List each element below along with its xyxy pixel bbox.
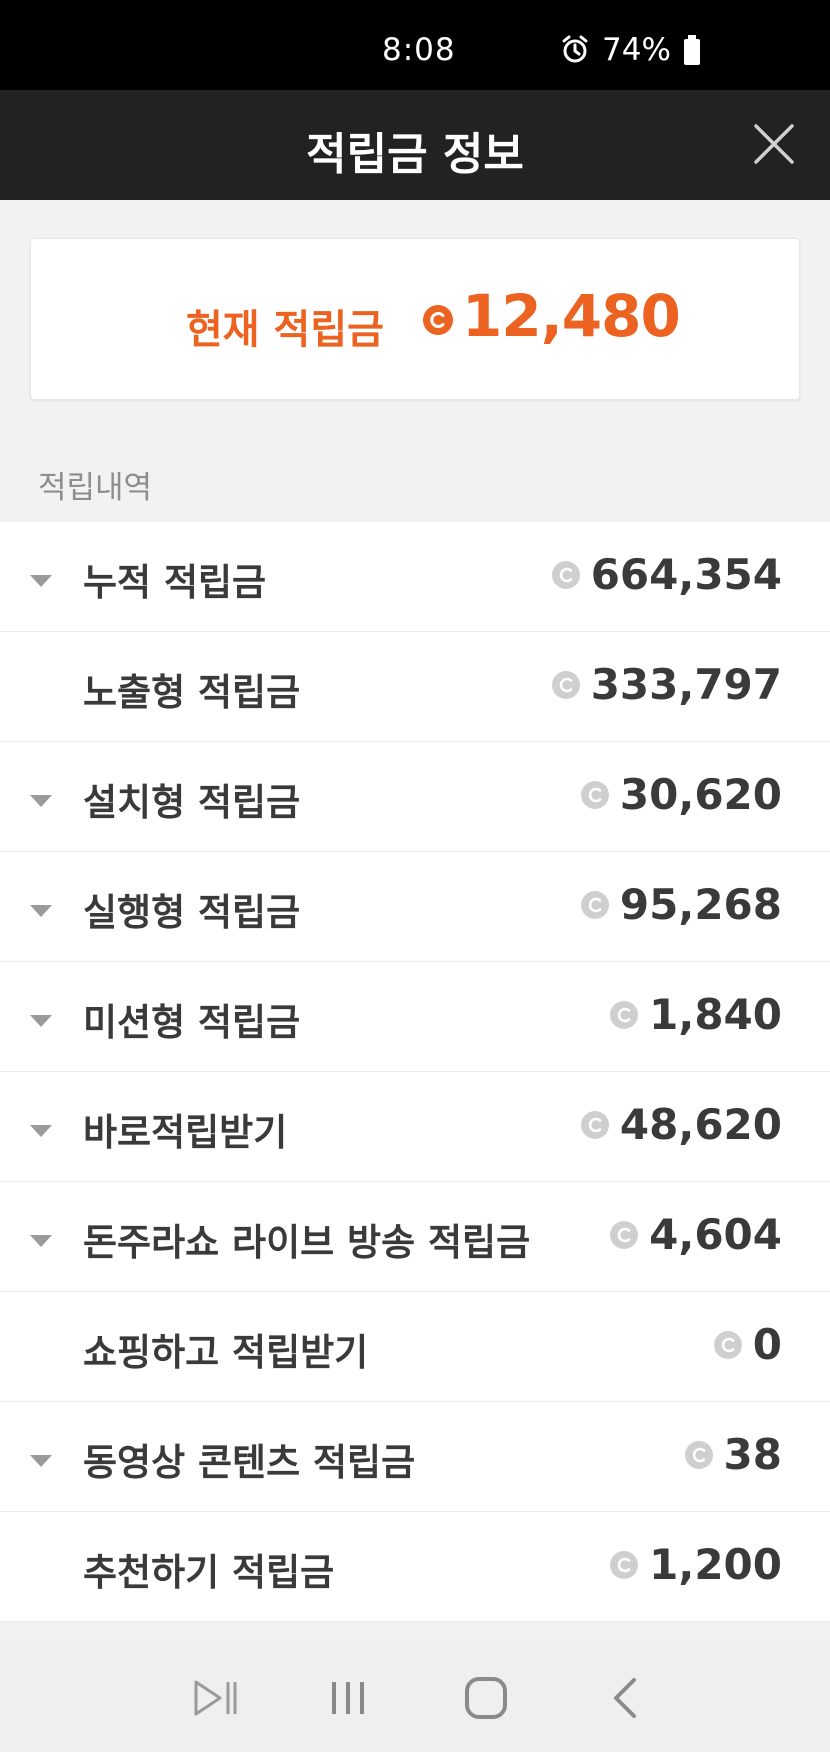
status-right: 74% <box>560 32 701 68</box>
list-item-label: 누적 적립금 <box>83 561 267 604</box>
history-list: 누적 적립금 664,354 노출형 적립금 333,797 설치형 적립금 30,620… <box>0 522 830 1622</box>
list-item-amount: 38 <box>684 1430 782 1479</box>
list-item[interactable]: 바로적립받기 48,620 <box>0 1072 830 1182</box>
battery-icon <box>683 35 701 65</box>
balance-card: 현재 적립금 <box>30 238 800 400</box>
list-item[interactable]: 실행형 적립금 95,268 <box>0 852 830 962</box>
amount-value: 333,797 <box>590 660 782 709</box>
list-item-amount: 1,840 <box>609 990 782 1039</box>
app-header: 적립금 정보 <box>0 90 830 200</box>
balance-label: 현재 적립금 <box>186 307 384 353</box>
amount-value: 1,200 <box>649 1540 782 1589</box>
coin-c-icon <box>609 1550 639 1580</box>
amount-value: 4,604 <box>649 1210 782 1259</box>
balance-value: 12,480 <box>462 282 681 350</box>
coin-c-icon <box>713 1330 743 1360</box>
caret-down-icon[interactable] <box>30 792 52 807</box>
navigation-bar <box>0 1640 830 1752</box>
coin-c-icon <box>580 1110 610 1140</box>
list-item-label: 동영상 콘텐츠 적립금 <box>83 1441 416 1484</box>
list-item-label: 추천하기 적립금 <box>83 1551 335 1594</box>
list-item: 추천하기 적립금 1,200 <box>0 1512 830 1622</box>
caret-down-icon[interactable] <box>30 572 52 587</box>
list-item-amount: 1,200 <box>609 1540 782 1589</box>
screen-recorder-icon[interactable] <box>188 1670 244 1726</box>
amount-value: 48,620 <box>619 1100 782 1149</box>
list-item[interactable]: 설치형 적립금 30,620 <box>0 742 830 852</box>
list-item-amount: 664,354 <box>551 550 782 599</box>
list-item-amount: 0 <box>713 1320 782 1369</box>
coin-c-icon <box>551 670 581 700</box>
section-label: 적립내역 <box>38 470 153 506</box>
list-item-label: 돈주라쇼 라이브 방송 적립금 <box>83 1221 531 1264</box>
home-icon[interactable] <box>458 1670 514 1726</box>
battery-percent: 74% <box>602 32 671 68</box>
amount-value: 95,268 <box>619 880 782 929</box>
coin-c-icon <box>609 1000 639 1030</box>
coin-c-icon <box>684 1440 714 1470</box>
caret-down-icon[interactable] <box>30 1232 52 1247</box>
list-item-amount: 30,620 <box>580 770 782 819</box>
list-item[interactable]: 돈주라쇼 라이브 방송 적립금 4,604 <box>0 1182 830 1292</box>
caret-down-icon[interactable] <box>30 1452 52 1467</box>
coin-c-icon <box>580 890 610 920</box>
amount-value: 1,840 <box>649 990 782 1039</box>
status-time: 8:08 <box>382 32 456 68</box>
recent-apps-icon[interactable] <box>320 1670 376 1726</box>
list-item-label: 미션형 적립금 <box>83 1001 301 1044</box>
caret-down-icon[interactable] <box>30 1012 52 1027</box>
amount-value: 30,620 <box>619 770 782 819</box>
coin-c-icon <box>580 780 610 810</box>
amount-value: 38 <box>723 1430 782 1479</box>
list-item: 노출형 적립금 333,797 <box>0 632 830 742</box>
status-bar: 8:08 74% <box>0 0 830 90</box>
list-item-label: 쇼핑하고 적립받기 <box>83 1331 369 1374</box>
page-title: 적립금 정보 <box>306 129 524 180</box>
list-item-label: 설치형 적립금 <box>83 781 301 824</box>
close-icon[interactable] <box>748 118 800 170</box>
list-item[interactable]: 미션형 적립금 1,840 <box>0 962 830 1072</box>
list-item[interactable]: 누적 적립금 664,354 <box>0 522 830 632</box>
coin-c-icon <box>422 304 454 340</box>
caret-down-icon[interactable] <box>30 902 52 917</box>
list-item: 쇼핑하고 적립받기 0 <box>0 1292 830 1402</box>
list-item-amount: 4,604 <box>609 1210 782 1259</box>
alarm-icon <box>560 35 590 65</box>
list-item-label: 실행형 적립금 <box>83 891 301 934</box>
coin-c-icon <box>609 1220 639 1250</box>
list-item-amount: 95,268 <box>580 880 782 929</box>
list-item-label: 노출형 적립금 <box>83 671 301 714</box>
back-icon[interactable] <box>598 1670 654 1726</box>
list-item-amount: 48,620 <box>580 1100 782 1149</box>
caret-down-icon[interactable] <box>30 1122 52 1137</box>
amount-value: 664,354 <box>590 550 782 599</box>
list-item-amount: 333,797 <box>551 660 782 709</box>
list-item[interactable]: 동영상 콘텐츠 적립금 38 <box>0 1402 830 1512</box>
amount-value: 0 <box>752 1320 782 1369</box>
coin-c-icon <box>551 560 581 590</box>
list-item-label: 바로적립받기 <box>83 1111 288 1154</box>
